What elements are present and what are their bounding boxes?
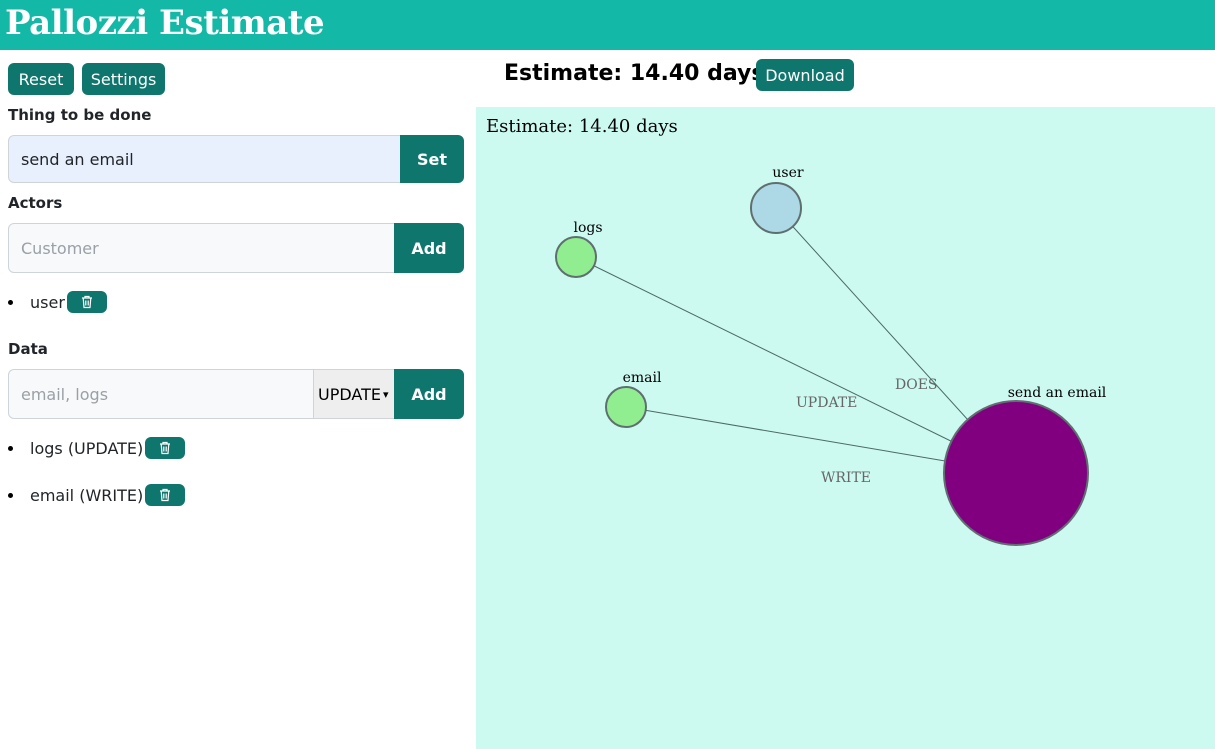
edge-label-does: DOES: [895, 377, 938, 393]
data-operation-select[interactable]: UPDATE ▾: [313, 369, 395, 419]
actor-input[interactable]: [8, 223, 395, 273]
set-button[interactable]: Set: [400, 135, 464, 183]
edge-update: [575, 256, 1017, 474]
bullet: [8, 299, 13, 305]
select-value: UPDATE: [318, 384, 381, 404]
chevron-down-icon: ▾: [382, 387, 389, 401]
add-actor-button[interactable]: Add: [394, 223, 464, 273]
app-header: Pallozzi Estimate: [0, 0, 1215, 50]
node-email-label: email: [623, 370, 662, 386]
graph-caption: Estimate: 14.40 days: [486, 116, 678, 137]
estimate-heading: Estimate: 14.40 days: [504, 61, 765, 86]
app-title: Pallozzi Estimate: [5, 3, 325, 43]
thing-input[interactable]: [8, 135, 401, 183]
bullet: [8, 445, 13, 451]
data-input[interactable]: [8, 369, 314, 419]
node-task[interactable]: [943, 400, 1089, 546]
thing-label: Thing to be done: [8, 106, 152, 124]
data-list-item: logs (UPDATE): [8, 437, 186, 459]
trash-icon: [160, 488, 171, 502]
actor-item-label: user: [30, 292, 65, 312]
trash-icon: [81, 295, 92, 309]
node-logs[interactable]: [555, 236, 597, 278]
node-task-label: send an email: [1008, 385, 1107, 401]
edge-label-write: WRITE: [821, 470, 871, 486]
delete-data-button[interactable]: [145, 437, 186, 459]
edge-label-update: UPDATE: [796, 395, 857, 411]
actor-list-item: user: [8, 291, 107, 313]
data-item-label: logs (UPDATE): [30, 438, 144, 458]
trash-icon: [160, 441, 171, 455]
graph-canvas: Estimate: 14.40 days DOES UPDATE WRITE u…: [486, 116, 1107, 546]
settings-button[interactable]: Settings: [82, 63, 165, 95]
download-button[interactable]: Download: [756, 59, 854, 91]
data-list-item: email (WRITE): [8, 484, 186, 506]
delete-data-button[interactable]: [145, 484, 186, 506]
add-data-button[interactable]: Add: [394, 369, 464, 419]
node-logs-label: logs: [573, 220, 602, 236]
delete-actor-button[interactable]: [66, 291, 107, 313]
estimate-graph[interactable]: Estimate: 14.40 days DOES UPDATE WRITE u…: [476, 107, 1215, 749]
reset-button[interactable]: Reset: [8, 63, 74, 95]
node-email[interactable]: [605, 386, 647, 428]
node-user-label: user: [772, 165, 803, 181]
data-label: Data: [8, 340, 48, 358]
node-user[interactable]: [750, 182, 802, 234]
actors-label: Actors: [8, 194, 63, 212]
bullet: [8, 492, 13, 498]
data-item-label: email (WRITE): [30, 485, 144, 505]
